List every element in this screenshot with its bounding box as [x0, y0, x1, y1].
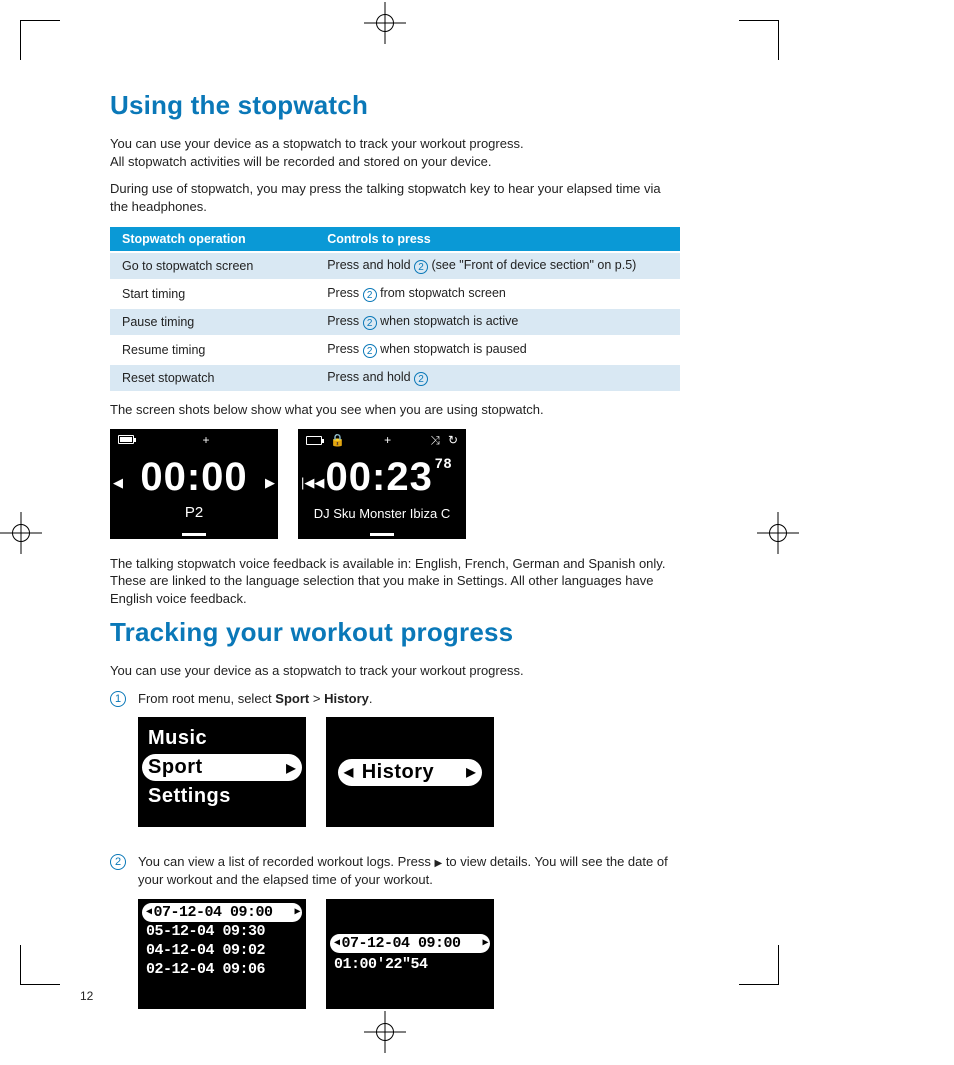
screen-stopwatch-running: 🔒 + ⤨ ↻ |◀◀ 00:2378 DJ Sku Monster Ibiza… — [298, 429, 466, 539]
screen-track: DJ Sku Monster Ibiza C — [298, 506, 466, 521]
table-header-controls: Controls to press — [315, 227, 680, 252]
plus-icon: + — [203, 433, 210, 447]
tracking-intro: You can use your device as a stopwatch t… — [110, 662, 680, 680]
step-2: 2 You can view a list of recorded workou… — [110, 853, 680, 1024]
cell-operation: Go to stopwatch screen — [110, 252, 315, 280]
cell-controls: Press and hold 2 — [315, 364, 680, 391]
cell-controls: Press 2 from stopwatch screen — [315, 280, 680, 308]
screen-stopwatch-idle: + ◀ ▶ 00:00 P2 — [110, 429, 278, 539]
screen-workout-detail: 07-12-04 09:00 01:00'22"54 — [326, 899, 494, 1009]
log-row-selected: 07-12-04 09:00 — [142, 903, 302, 922]
intro-line-2: All stopwatch activities will be recorde… — [110, 154, 492, 169]
registration-mark — [765, 520, 791, 546]
screenshot-row-1: + ◀ ▶ 00:00 P2 🔒 + ⤨ ↻ |◀◀ 00:2378 DJ Sk… — [110, 429, 680, 539]
menu-item-history-selected: History — [338, 759, 482, 786]
heading-stopwatch: Using the stopwatch — [110, 90, 680, 121]
screen-hundredths: 78 — [435, 456, 453, 470]
key-circle-icon: 2 — [414, 260, 428, 274]
registration-mark — [372, 10, 398, 36]
log-row: 02-12-04 09:06 — [142, 960, 302, 979]
log-row: 05-12-04 09:30 — [142, 922, 302, 941]
registration-mark — [372, 1019, 398, 1045]
key-circle-icon: 2 — [414, 372, 428, 386]
cell-controls: Press 2 when stopwatch is active — [315, 308, 680, 336]
step-number: 2 — [110, 854, 126, 870]
page-number: 12 — [80, 989, 93, 1003]
step-1: 1 From root menu, select Sport > History… — [110, 690, 680, 844]
intro-para-2: During use of stopwatch, you may press t… — [110, 180, 680, 215]
registration-mark — [8, 520, 34, 546]
table-row: Start timingPress 2 from stopwatch scree… — [110, 280, 680, 308]
screen-workout-log-list: 07-12-04 09:00 05-12-04 09:30 04-12-04 0… — [138, 899, 306, 1009]
table-header-operation: Stopwatch operation — [110, 227, 315, 252]
cell-operation: Reset stopwatch — [110, 364, 315, 391]
screen-time: 00:2378 — [298, 455, 466, 500]
repeat-icon: ↻ — [448, 433, 458, 447]
table-row: Pause timingPress 2 when stopwatch is ac… — [110, 308, 680, 336]
cell-operation: Pause timing — [110, 308, 315, 336]
lock-icon: 🔒 — [330, 433, 345, 447]
plus-icon: + — [384, 433, 391, 447]
key-circle-icon: 2 — [363, 316, 377, 330]
battery-icon — [118, 435, 134, 444]
voice-feedback-note: The talking stopwatch voice feedback is … — [110, 555, 680, 608]
menu-item-sport-selected: Sport — [142, 754, 302, 781]
detail-elapsed: 01:00'22"54 — [330, 955, 490, 974]
screen-history-menu: History — [326, 717, 494, 827]
heading-tracking: Tracking your workout progress — [110, 617, 680, 648]
intro-line-1: You can use your device as a stopwatch t… — [110, 136, 524, 151]
menu-item-music: Music — [142, 725, 302, 752]
key-circle-icon: 2 — [363, 344, 377, 358]
stopwatch-table: Stopwatch operation Controls to press Go… — [110, 227, 680, 391]
screen-label: P2 — [110, 504, 278, 521]
crop-mark — [20, 945, 60, 985]
intro-para-1: You can use your device as a stopwatch t… — [110, 135, 680, 170]
battery-icon — [306, 436, 322, 445]
crop-mark — [739, 20, 779, 60]
log-row: 04-12-04 09:02 — [142, 941, 302, 960]
bottom-indicator — [182, 533, 206, 536]
cell-operation: Resume timing — [110, 336, 315, 364]
page-content: Using the stopwatch You can use your dev… — [110, 90, 680, 1025]
table-row: Go to stopwatch screenPress and hold 2 (… — [110, 252, 680, 280]
cell-controls: Press and hold 2 (see "Front of device s… — [315, 252, 680, 280]
step-number: 1 — [110, 691, 126, 707]
crop-mark — [20, 20, 60, 60]
cell-controls: Press 2 when stopwatch is paused — [315, 336, 680, 364]
screenshots-intro: The screen shots below show what you see… — [110, 401, 680, 419]
table-row: Reset stopwatchPress and hold 2 — [110, 364, 680, 391]
shuffle-icon: ⤨ — [430, 433, 440, 448]
menu-item-settings: Settings — [142, 783, 302, 810]
key-circle-icon: 2 — [363, 288, 377, 302]
screen-root-menu: Music Sport Settings — [138, 717, 306, 827]
step-1-text: From root menu, select Sport > History. — [138, 690, 680, 708]
screen-time: 00:00 — [110, 455, 278, 500]
cell-operation: Start timing — [110, 280, 315, 308]
table-row: Resume timingPress 2 when stopwatch is p… — [110, 336, 680, 364]
step-2-text: You can view a list of recorded workout … — [138, 853, 680, 888]
bottom-indicator — [370, 533, 394, 536]
detail-date: 07-12-04 09:00 — [330, 934, 490, 953]
crop-mark — [739, 945, 779, 985]
